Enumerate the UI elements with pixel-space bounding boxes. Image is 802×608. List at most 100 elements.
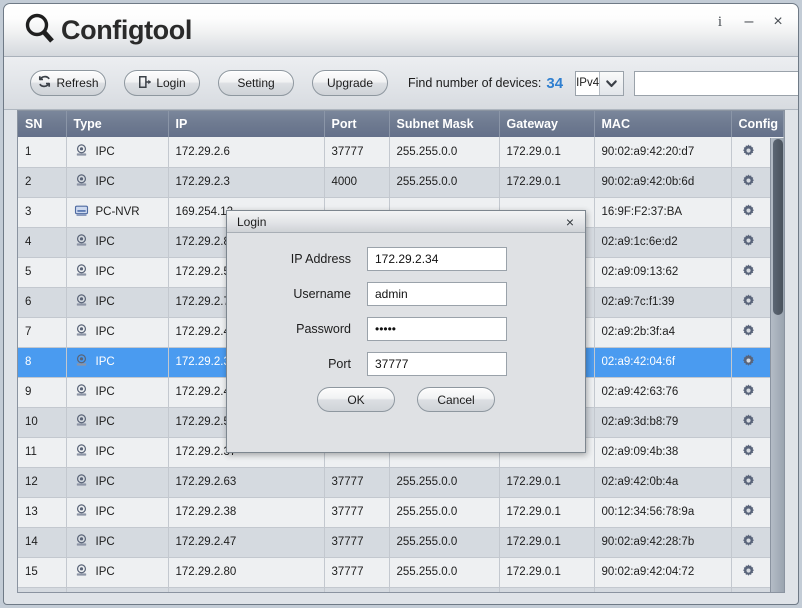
cell-port: 37777 bbox=[324, 557, 390, 588]
column-header-ip[interactable]: IP bbox=[168, 111, 325, 137]
cell-gateway: 172.29.0.1 bbox=[499, 467, 595, 498]
cell-ip: 172.29.2.38 bbox=[168, 497, 325, 528]
column-header-mac[interactable]: MAC bbox=[594, 111, 732, 137]
table-row[interactable]: 15 IPC 172.29.2.80 37777 255.255.0.0 172.29.0… bbox=[18, 557, 784, 588]
type-label: IPC bbox=[95, 476, 115, 488]
table-row[interactable]: 14 IPC 172.29.2.47 37777 255.255.0.0 172.29.0… bbox=[18, 527, 784, 558]
password-field[interactable] bbox=[367, 317, 507, 341]
port-row: Port bbox=[245, 352, 567, 376]
column-header-sn[interactable]: SN bbox=[18, 111, 67, 137]
gear-icon[interactable] bbox=[741, 203, 756, 221]
search-box[interactable] bbox=[634, 70, 798, 96]
gear-icon[interactable] bbox=[741, 383, 756, 401]
close-button[interactable]: × bbox=[770, 14, 786, 30]
gear-icon[interactable] bbox=[741, 353, 756, 371]
gear-icon[interactable] bbox=[741, 173, 756, 191]
refresh-button[interactable]: Refresh bbox=[30, 70, 106, 96]
cell-type: IPC bbox=[66, 497, 169, 528]
table-row[interactable]: 2 IPC 172.29.2.3 4000 255.255.0.0 172.29.0.1 9… bbox=[18, 167, 784, 198]
type-label: IPC bbox=[95, 566, 115, 578]
magnifier-icon bbox=[24, 12, 54, 49]
cell-sn: 10 bbox=[18, 407, 67, 438]
gear-icon[interactable] bbox=[741, 143, 756, 161]
table-row[interactable]: 12 IPC 172.29.2.63 37777 255.255.0.0 172.29.0… bbox=[18, 467, 784, 498]
cell-sn: 11 bbox=[18, 437, 67, 468]
table-row[interactable]: 13 IPC 172.29.2.38 37777 255.255.0.0 172.29.0… bbox=[18, 497, 784, 528]
chevron-down-icon[interactable] bbox=[599, 71, 624, 95]
gear-icon[interactable] bbox=[741, 293, 756, 311]
cell-gateway: 172.29.0.1 bbox=[499, 137, 595, 168]
device-count-label: Find number of devices: bbox=[408, 76, 542, 90]
camera-icon bbox=[74, 143, 89, 161]
browser-e-icon[interactable]: e bbox=[768, 593, 784, 594]
gear-icon[interactable] bbox=[741, 233, 756, 251]
camera-icon bbox=[74, 443, 89, 461]
gear-icon[interactable] bbox=[741, 533, 756, 551]
table-header-row: SN Type IP Port Subnet Mask Gateway MAC … bbox=[18, 111, 784, 137]
cell-mac: 90:02:a9:42:20:d7 bbox=[594, 137, 732, 168]
cell-ip: 172.29.2.83 bbox=[168, 587, 325, 592]
cell-gateway: 172.29.0.1 bbox=[499, 527, 595, 558]
cell-gateway: 172.29.0.1 bbox=[499, 587, 595, 592]
cell-type: IPC bbox=[66, 137, 169, 168]
username-field[interactable] bbox=[367, 282, 507, 306]
gear-icon[interactable] bbox=[741, 323, 756, 341]
cell-type: IPC bbox=[66, 527, 169, 558]
minimize-button[interactable]: – bbox=[741, 14, 757, 30]
info-button[interactable]: i bbox=[712, 14, 728, 30]
gear-icon[interactable] bbox=[741, 443, 756, 461]
cell-mac: 02:a9:09:4b:38 bbox=[594, 437, 732, 468]
cell-subnet-mask: 255.255.0.0 bbox=[389, 527, 500, 558]
cell-sn: 2 bbox=[18, 167, 67, 198]
login-button[interactable]: Login bbox=[124, 70, 200, 96]
upgrade-button[interactable]: Upgrade bbox=[312, 70, 388, 96]
cell-mac: 90:02:a9:42:0b:6d bbox=[594, 167, 732, 198]
cell-sn: 13 bbox=[18, 497, 67, 528]
cell-subnet-mask: 255.255.0.0 bbox=[389, 587, 500, 592]
cell-subnet-mask: 255.255.0.0 bbox=[389, 167, 500, 198]
type-label: IPC bbox=[95, 446, 115, 458]
type-label: IPC bbox=[95, 386, 115, 398]
column-header-mask[interactable]: Subnet Mask bbox=[389, 111, 500, 137]
gear-icon[interactable] bbox=[741, 563, 756, 581]
ip-version-select[interactable]: IPv4 bbox=[575, 70, 625, 96]
cell-sn: 16 bbox=[18, 587, 67, 592]
gear-icon[interactable] bbox=[741, 473, 756, 491]
cell-type: IPC bbox=[66, 257, 169, 288]
login-dialog-close-icon[interactable]: × bbox=[561, 213, 579, 231]
device-count-value: 34 bbox=[546, 74, 564, 92]
table-row[interactable]: 1 IPC 172.29.2.6 37777 255.255.0.0 172.29.0.1… bbox=[18, 137, 784, 168]
search-input[interactable] bbox=[635, 71, 798, 95]
type-label: IPC bbox=[95, 536, 115, 548]
vertical-scrollbar[interactable] bbox=[770, 138, 784, 592]
type-label: IPC bbox=[95, 176, 115, 188]
login-dialog-title: Login bbox=[237, 214, 267, 229]
camera-icon bbox=[74, 353, 89, 371]
camera-icon bbox=[74, 503, 89, 521]
cell-sn: 6 bbox=[18, 287, 67, 318]
password-row: Password bbox=[245, 317, 567, 341]
table-row[interactable]: 16IPC172.29.2.8337777255.255.0.0172.29.0… bbox=[18, 587, 784, 594]
ok-button[interactable]: OK bbox=[317, 387, 395, 412]
cell-type: IPC bbox=[66, 317, 169, 348]
column-header-port[interactable]: Port bbox=[324, 111, 390, 137]
gear-icon[interactable] bbox=[741, 263, 756, 281]
cancel-button[interactable]: Cancel bbox=[417, 387, 495, 412]
gear-icon[interactable] bbox=[741, 503, 756, 521]
column-header-type[interactable]: Type bbox=[66, 111, 169, 137]
cell-mac: 00:12:34:56:78:9a bbox=[594, 497, 732, 528]
column-header-config[interactable]: Config bbox=[731, 111, 784, 137]
port-field[interactable] bbox=[367, 352, 507, 376]
gear-icon[interactable] bbox=[741, 413, 756, 431]
scrollbar-thumb[interactable] bbox=[773, 139, 783, 315]
cell-mac: 02:a9:3d:b8:79 bbox=[594, 407, 732, 438]
ip-address-field[interactable] bbox=[367, 247, 507, 271]
ip-address-row: IP Address bbox=[245, 247, 567, 271]
type-label: IPC bbox=[95, 145, 115, 158]
cell-mac: 02:a9:09:13:62 bbox=[594, 257, 732, 288]
cell-sn: 15 bbox=[18, 557, 67, 588]
cell-port: 37777 bbox=[324, 587, 390, 592]
cell-type: IPC bbox=[66, 347, 169, 378]
setting-button[interactable]: Setting bbox=[218, 70, 294, 96]
column-header-gateway[interactable]: Gateway bbox=[499, 111, 595, 137]
